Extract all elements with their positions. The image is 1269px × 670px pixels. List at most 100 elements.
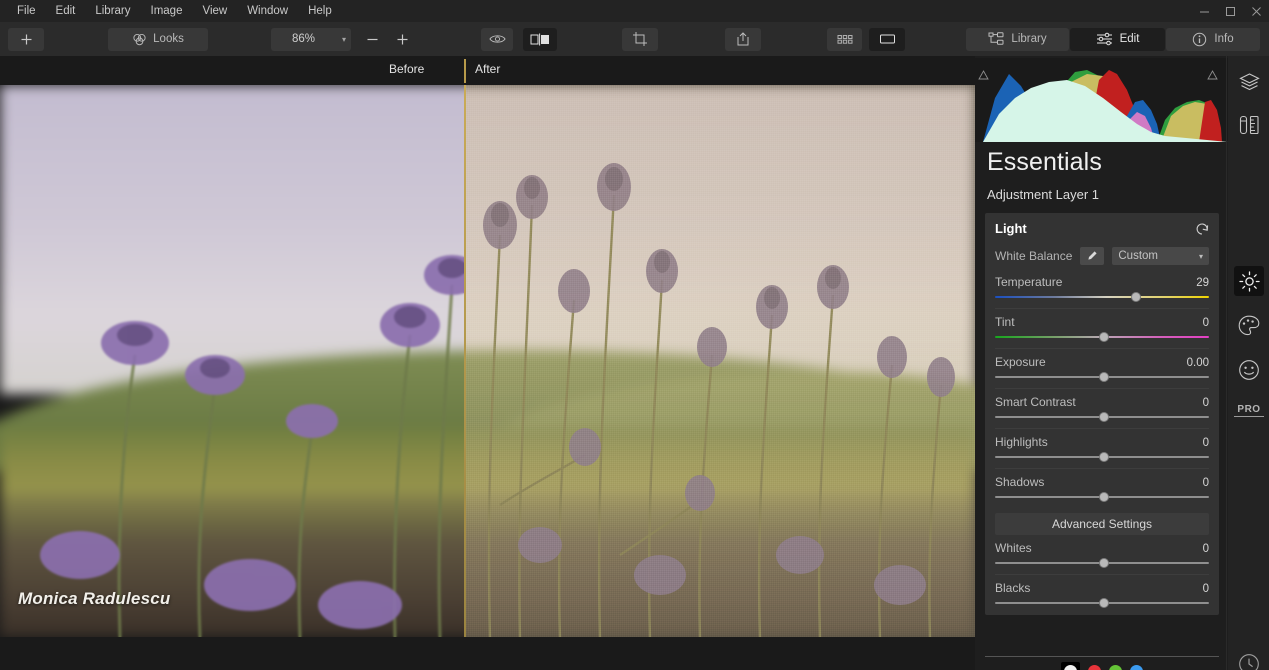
pro-label[interactable]: PRO (1234, 404, 1264, 417)
share-export-icon (736, 31, 750, 47)
slider-smart-contrast[interactable]: Smart Contrast 0 (985, 395, 1219, 423)
slider-knob[interactable] (1099, 558, 1110, 568)
slider-knob[interactable] (1099, 412, 1110, 422)
section-divider (985, 656, 1219, 657)
slider-label: Highlights (995, 435, 1048, 449)
edit-panel: Essentials Adjustment Layer 1 Light Whit… (975, 56, 1228, 670)
title-bar: File Edit Library Image View Window Help (0, 0, 1269, 22)
shadow-clipping-warning-icon[interactable] (978, 70, 989, 80)
photo-before-scene (0, 85, 464, 637)
tab-info[interactable]: Info (1166, 27, 1260, 51)
slider-whites[interactable]: Whites 0 (985, 541, 1219, 569)
photo-viewport[interactable]: Monica Radulescu (0, 85, 975, 637)
slider-exposure[interactable]: Exposure 0.00 (985, 355, 1219, 383)
library-tree-icon (988, 32, 1004, 46)
layers-icon[interactable] (1237, 70, 1261, 94)
zoom-level-select[interactable]: 86% ▾ (271, 27, 351, 51)
chevron-down-icon: ▾ (1198, 251, 1203, 261)
grid-view-button[interactable] (827, 27, 862, 51)
image-canvas[interactable]: Before After Monica Radulescu (0, 56, 975, 670)
white-balance-row: White Balance Custom ▾ (985, 243, 1219, 269)
menu-file[interactable]: File (8, 2, 45, 21)
light-section-title: Light (995, 220, 1027, 236)
history-clock-icon[interactable] (1237, 652, 1261, 670)
slider-knob[interactable] (1099, 492, 1110, 502)
photo-before-half: Monica Radulescu (0, 85, 464, 637)
menu-view[interactable]: View (193, 2, 236, 21)
film-grain-overlay (466, 85, 975, 637)
tab-library-label: Library (1011, 33, 1047, 45)
channel-red-button[interactable] (1088, 664, 1101, 670)
info-circle-icon (1192, 32, 1207, 47)
app-window: File Edit Library Image View Window Help (0, 0, 1269, 670)
split-divider-handle[interactable] (464, 59, 466, 83)
before-after-button[interactable] (523, 27, 557, 51)
tools-ruler-icon[interactable] (1237, 113, 1261, 137)
highlight-clipping-warning-icon[interactable] (1207, 70, 1218, 80)
menu-window[interactable]: Window (238, 2, 297, 21)
advanced-settings-button[interactable]: Advanced Settings (995, 513, 1209, 535)
page-title: Essentials (987, 148, 1102, 176)
histogram-graph (983, 70, 1228, 142)
menu-image[interactable]: Image (142, 2, 192, 21)
light-section-header: Light (985, 213, 1219, 243)
crop-button[interactable] (622, 27, 658, 51)
slider-value: 0 (1202, 317, 1209, 329)
photo-after-scene (466, 85, 975, 637)
color-palette-icon[interactable] (1237, 313, 1261, 337)
light-sun-icon[interactable] (1234, 266, 1264, 296)
minimize-icon[interactable] (1191, 0, 1217, 22)
slider-label: Shadows (995, 475, 1045, 489)
slider-knob[interactable] (1099, 332, 1110, 342)
zoom-out-button[interactable] (358, 28, 386, 51)
before-after-split-icon (530, 33, 550, 46)
tab-edit[interactable]: Edit (1070, 27, 1165, 51)
slider-label: Smart Contrast (995, 395, 1076, 409)
share-button[interactable] (725, 27, 761, 51)
slider-tint[interactable]: Tint 0 (985, 315, 1219, 343)
menu-help[interactable]: Help (299, 2, 341, 21)
slider-value: 0 (1202, 477, 1209, 489)
slider-knob[interactable] (1099, 372, 1110, 382)
slider-blacks[interactable]: Blacks 0 (985, 581, 1219, 609)
crop-icon (632, 31, 648, 47)
slider-knob[interactable] (1099, 598, 1110, 608)
slider-value: 0 (1202, 437, 1209, 449)
slider-highlights[interactable]: Highlights 0 (985, 435, 1219, 463)
split-divider-line[interactable] (464, 85, 466, 637)
main-toolbar: Looks 86% ▾ Library Edit Info (0, 22, 1269, 56)
curve-channel-selector (985, 660, 1219, 670)
channel-green-button[interactable] (1109, 664, 1122, 670)
slider-knob[interactable] (1099, 452, 1110, 462)
looks-label: Looks (153, 33, 184, 45)
add-button[interactable] (8, 27, 44, 51)
pro-label-text: PRO (1237, 404, 1261, 415)
slider-shadows[interactable]: Shadows 0 (985, 475, 1219, 503)
slider-value: 0.00 (1186, 357, 1209, 369)
single-view-button[interactable] (869, 27, 905, 51)
toggle-preview-button[interactable] (481, 27, 513, 51)
slider-temperature[interactable]: Temperature 29 (985, 275, 1219, 303)
menu-edit[interactable]: Edit (47, 2, 85, 21)
close-icon[interactable] (1243, 0, 1269, 22)
tab-library[interactable]: Library (966, 27, 1069, 51)
light-section: Light White Balance Custom ▾ Temperature (985, 213, 1219, 615)
portrait-face-icon[interactable] (1237, 358, 1261, 382)
white-balance-preset-select[interactable]: Custom ▾ (1112, 247, 1209, 265)
channel-rgb-button[interactable] (1061, 661, 1080, 670)
maximize-icon[interactable] (1217, 0, 1243, 22)
menu-library[interactable]: Library (86, 2, 139, 21)
slider-label: Blacks (995, 581, 1031, 595)
menu-bar: File Edit Library Image View Window Help (0, 2, 341, 21)
eyedropper-icon[interactable] (1080, 247, 1105, 265)
reset-arrow-icon[interactable] (1195, 222, 1209, 235)
zoom-in-button[interactable] (388, 28, 416, 51)
histogram[interactable] (975, 58, 1228, 142)
channel-blue-button[interactable] (1130, 664, 1143, 670)
slider-knob[interactable] (1131, 292, 1142, 302)
slider-value: 29 (1196, 277, 1209, 289)
grid-view-icon (837, 34, 853, 45)
slider-value: 0 (1202, 397, 1209, 409)
looks-button[interactable]: Looks (108, 27, 208, 51)
white-balance-preset-value: Custom (1118, 250, 1158, 262)
